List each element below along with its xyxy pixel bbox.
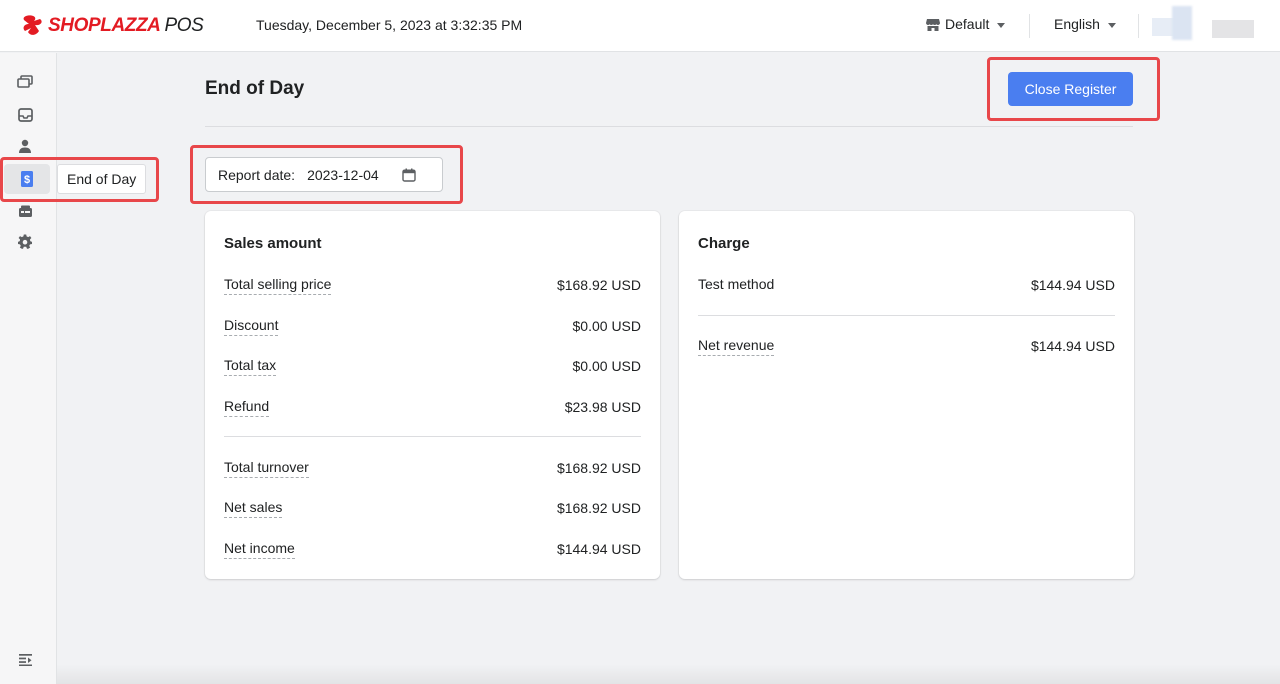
sidebar-item-settings[interactable] xyxy=(12,229,38,255)
sales-row-label[interactable]: Total turnover xyxy=(224,459,309,478)
sales-row-value: $168.92 USD xyxy=(556,460,641,476)
highlight-box xyxy=(190,145,463,204)
charge-card-title: Charge xyxy=(698,235,750,252)
sales-divider xyxy=(224,436,641,437)
sales-row-value: $168.92 USD xyxy=(556,277,641,293)
sales-row-label[interactable]: Discount xyxy=(224,317,279,336)
highlight-box xyxy=(987,57,1160,121)
current-datetime: Tuesday, December 5, 2023 at 3:32:35 PM xyxy=(256,17,523,33)
sidebar: $ xyxy=(0,53,57,684)
brand-name: SHOPLAZZA POS xyxy=(48,15,204,36)
sales-row: Total turnover $168.92 USD xyxy=(224,458,641,478)
store-label: Default xyxy=(945,16,990,32)
sidebar-item-inbox[interactable] xyxy=(12,102,38,128)
sales-row: Discount $0.00 USD xyxy=(224,316,641,336)
person-icon xyxy=(19,139,31,153)
sidebar-item-orders[interactable] xyxy=(12,69,38,95)
chevron-down-icon xyxy=(1107,22,1116,28)
collapse-menu-icon xyxy=(18,653,32,666)
charge-row-value: $144.94 USD xyxy=(1030,277,1115,293)
sales-row-label[interactable]: Net sales xyxy=(224,499,283,518)
sales-row: Refund $23.98 USD xyxy=(224,397,641,417)
tickets-icon xyxy=(17,75,33,88)
chevron-down-icon xyxy=(997,22,1006,28)
charge-divider xyxy=(698,315,1115,316)
highlight-box xyxy=(0,157,159,202)
inbox-icon xyxy=(17,108,33,122)
register-icon xyxy=(18,205,32,217)
sales-row-value: $23.98 USD xyxy=(564,399,641,415)
account-menu[interactable] xyxy=(1152,6,1260,44)
sales-row-value: $168.92 USD xyxy=(556,500,641,516)
page-title: End of Day xyxy=(205,78,305,99)
gear-icon xyxy=(18,234,32,249)
store-icon xyxy=(926,18,940,31)
header-divider xyxy=(1138,14,1139,38)
sales-row-value: $0.00 USD xyxy=(572,318,641,334)
bottom-edge-shadow xyxy=(57,664,1280,684)
header-divider xyxy=(1029,14,1030,38)
charge-row-label: Test method xyxy=(698,276,775,292)
title-divider xyxy=(205,126,1133,127)
store-selector[interactable]: Default xyxy=(926,16,1006,32)
sales-amount-card: Sales amount Total selling price $168.92… xyxy=(205,211,660,579)
sales-card-title: Sales amount xyxy=(224,235,322,252)
sidebar-item-customers[interactable] xyxy=(12,133,38,159)
sales-row: Net income $144.94 USD xyxy=(224,539,641,559)
top-bar: SHOPLAZZA POS Tuesday, December 5, 2023 a… xyxy=(0,0,1280,52)
sidebar-collapse-button[interactable] xyxy=(12,646,38,672)
shoplazza-logo-icon xyxy=(23,15,42,35)
charge-card: Charge Test method $144.94 USD Net reven… xyxy=(679,211,1134,579)
charge-row: Test method $144.94 USD xyxy=(698,275,1115,295)
charge-row-value: $144.94 USD xyxy=(1030,338,1115,354)
sales-row-value: $0.00 USD xyxy=(572,358,641,374)
sales-row: Total tax $0.00 USD xyxy=(224,356,641,376)
charge-row: Net revenue $144.94 USD xyxy=(698,336,1115,356)
sales-row-value: $144.94 USD xyxy=(556,541,641,557)
charge-row-label[interactable]: Net revenue xyxy=(698,337,775,356)
sales-row-label[interactable]: Refund xyxy=(224,398,270,417)
sales-row-label[interactable]: Total selling price xyxy=(224,276,332,295)
sales-row: Net sales $168.92 USD xyxy=(224,498,641,518)
language-selector[interactable]: English xyxy=(1054,16,1116,32)
sales-row-label[interactable]: Net income xyxy=(224,540,295,559)
shoplazza-logo[interactable]: SHOPLAZZA POS xyxy=(22,13,204,39)
sales-row: Total selling price $168.92 USD xyxy=(224,275,641,295)
language-label: English xyxy=(1054,16,1100,32)
sales-row-label[interactable]: Total tax xyxy=(224,357,277,376)
